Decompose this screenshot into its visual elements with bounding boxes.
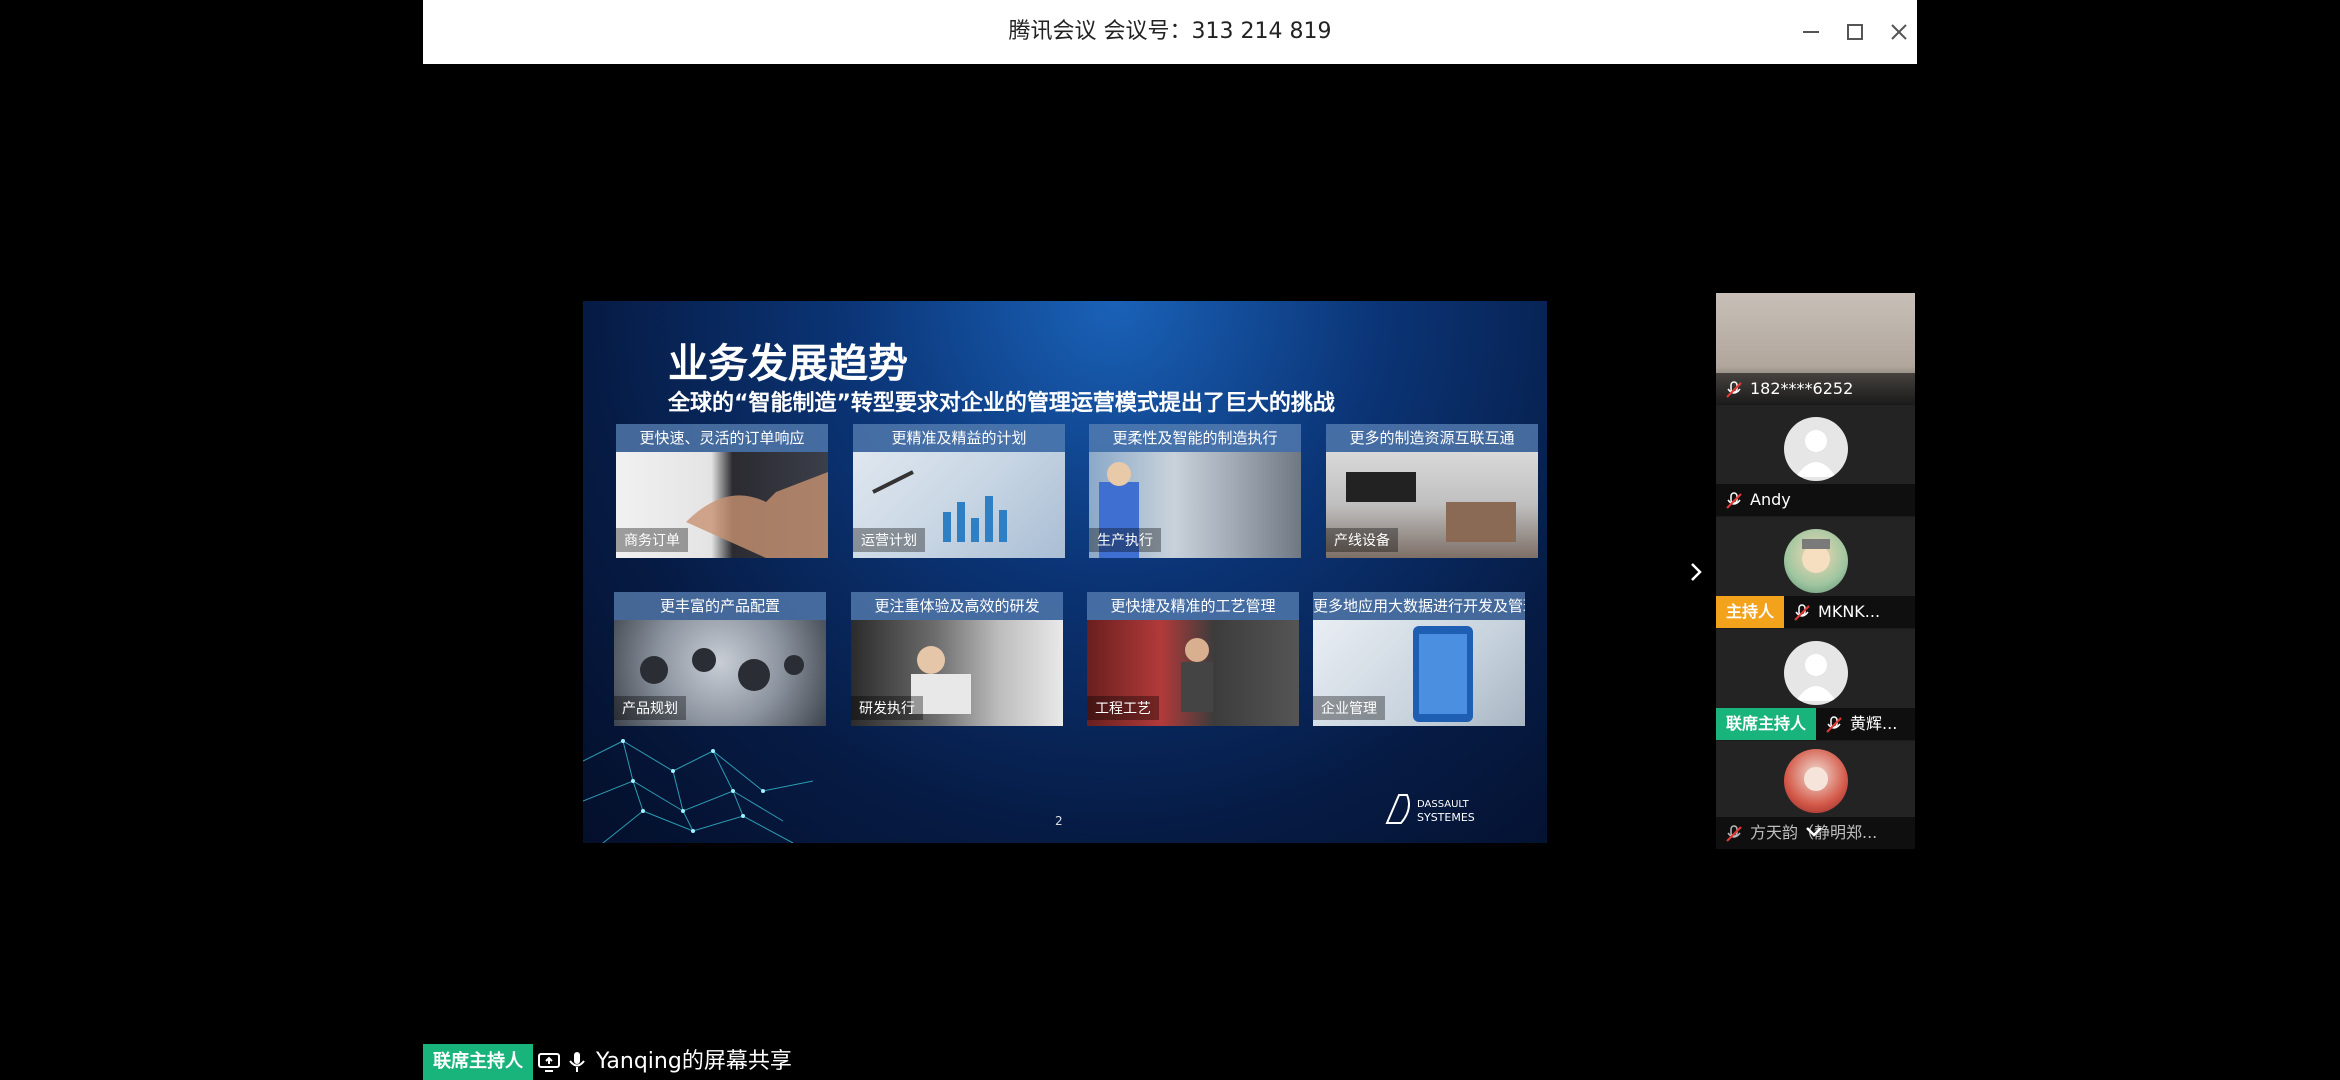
mic-muted-icon (1726, 491, 1742, 509)
chevron-right-icon[interactable] (1684, 558, 1708, 586)
participant-tile[interactable]: 方天韵（静明郑... (1716, 741, 1915, 849)
avatar (1784, 417, 1848, 481)
mic-muted-icon (1826, 715, 1842, 733)
participant-tile[interactable]: Andy (1716, 405, 1915, 516)
trend-card-rnd: 更注重体验及高效的研发 研发执行 (851, 592, 1063, 726)
trend-card-product: 更丰富的产品配置 产品规划 (614, 592, 826, 726)
screen-share-indicator: 联席主持人 Yanqing的屏幕共享 (423, 1044, 792, 1080)
microphone-icon (569, 1052, 585, 1072)
close-icon (1891, 24, 1907, 40)
card-header: 更多的制造资源互联互通 (1326, 424, 1538, 452)
participant-namebar: 182****6252 (1716, 373, 1915, 405)
card-label: 企业管理 (1313, 696, 1385, 720)
screen-share-icon (538, 1053, 560, 1072)
card-label: 产品规划 (614, 696, 686, 720)
avatar (1784, 641, 1848, 705)
card-header: 更多地应用大数据进行开发及管理 (1313, 592, 1525, 620)
card-header: 更快速、灵活的订单响应 (616, 424, 828, 452)
participant-namebar: 联席主持人 黄辉... (1716, 708, 1915, 740)
network-graphic (583, 739, 813, 843)
slide-subtitle: 全球的“智能制造”转型要求对企业的管理运营模式提出了巨大的挑战 (668, 391, 1335, 416)
card-label: 工程工艺 (1087, 696, 1159, 720)
avatar (1784, 529, 1848, 593)
screen-share-label: Yanqing的屏幕共享 (596, 1049, 792, 1074)
card-header: 更快捷及精准的工艺管理 (1087, 592, 1299, 620)
participant-name: 182****6252 (1750, 379, 1854, 398)
trend-card-enterprise: 更多地应用大数据进行开发及管理 企业管理 (1313, 592, 1525, 726)
svg-text:DASSAULT: DASSAULT (1417, 799, 1470, 810)
maximize-button[interactable] (1839, 16, 1871, 48)
card-header: 更柔性及智能的制造执行 (1089, 424, 1301, 452)
close-button[interactable] (1883, 16, 1915, 48)
title-bar: 腾讯会议 会议号：313 214 819 (423, 0, 1917, 64)
card-label: 商务订单 (616, 528, 688, 552)
participant-name: Andy (1750, 490, 1791, 509)
trend-card-production: 更柔性及智能的制造执行 生产执行 (1089, 424, 1301, 558)
participant-tile[interactable]: 主持人 MKNK... (1716, 517, 1915, 628)
participant-name: MKNK... (1818, 602, 1881, 621)
card-label: 生产执行 (1089, 528, 1161, 552)
card-header: 更注重体验及高效的研发 (851, 592, 1063, 620)
trend-card-engineering: 更快捷及精准的工艺管理 工程工艺 (1087, 592, 1299, 726)
participant-panel: 182****6252 Andy 主持人 MKNK... 联席主持人 黄辉... 方… (1716, 293, 1915, 849)
participant-name: 黄辉... (1850, 714, 1898, 733)
slide-page-number: 2 (1055, 814, 1063, 828)
chevron-down-icon[interactable] (1804, 825, 1824, 839)
window-title: 腾讯会议 会议号：313 214 819 (1008, 19, 1332, 44)
avatar (1784, 749, 1848, 813)
trend-card-planning: 更精准及精益的计划 运营计划 (853, 424, 1065, 558)
cohost-badge: 联席主持人 (423, 1044, 533, 1080)
trend-card-order: 更快速、灵活的订单响应 商务订单 (616, 424, 828, 558)
card-label: 产线设备 (1326, 528, 1398, 552)
slide-title: 业务发展趋势 (668, 341, 908, 387)
shared-screen-slide: 业务发展趋势 全球的“智能制造”转型要求对企业的管理运营模式提出了巨大的挑战 更… (583, 301, 1547, 843)
dassault-logo: DASSAULT SYSTEMES (1385, 794, 1475, 824)
mic-muted-icon (1726, 380, 1742, 398)
trend-card-equipment: 更多的制造资源互联互通 产线设备 (1326, 424, 1538, 558)
mic-muted-icon (1794, 603, 1810, 621)
host-badge: 主持人 (1716, 596, 1785, 628)
participant-tile[interactable]: 182****6252 (1716, 293, 1915, 405)
participant-namebar: 主持人 MKNK... (1716, 596, 1915, 628)
participant-namebar: Andy (1716, 484, 1915, 516)
card-header: 更丰富的产品配置 (614, 592, 826, 620)
card-label: 研发执行 (851, 696, 923, 720)
cohost-badge: 联席主持人 (1716, 708, 1817, 740)
card-label: 运营计划 (853, 528, 925, 552)
minimize-button[interactable] (1795, 16, 1827, 48)
minimize-icon (1803, 31, 1819, 33)
svg-text:SYSTEMES: SYSTEMES (1417, 811, 1475, 824)
participant-tile[interactable]: 联席主持人 黄辉... (1716, 629, 1915, 740)
mic-muted-icon (1726, 824, 1742, 842)
maximize-icon (1847, 24, 1863, 40)
card-header: 更精准及精益的计划 (853, 424, 1065, 452)
